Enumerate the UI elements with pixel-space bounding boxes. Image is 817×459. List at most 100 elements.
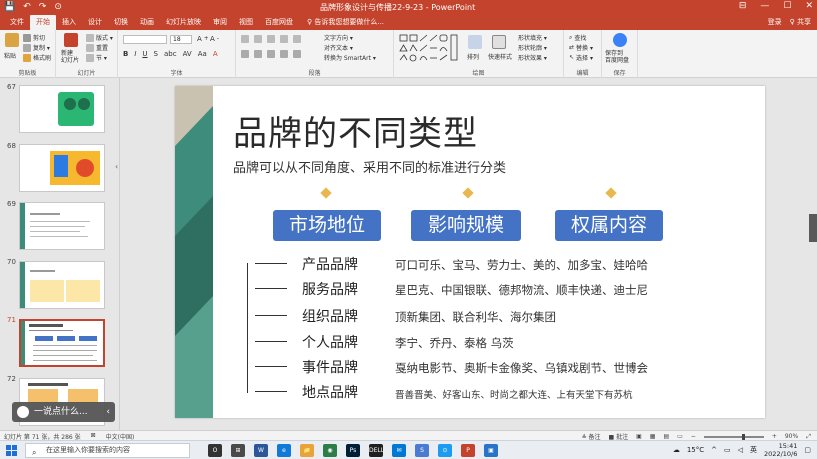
- new-slide-icon[interactable]: [64, 33, 78, 47]
- chevron-left-icon[interactable]: ‹: [106, 402, 110, 422]
- increase-indent-icon[interactable]: [280, 35, 288, 43]
- redo-icon[interactable]: ↷: [39, 2, 47, 12]
- maximize-icon[interactable]: ☐: [783, 1, 791, 11]
- strikethrough-button[interactable]: S: [154, 50, 158, 58]
- taskbar-app-icon[interactable]: DELL: [369, 444, 384, 457]
- slide-canvas[interactable]: 品牌的不同类型 品牌可以从不同角度、采用不同的标准进行分类 市场地位 影响规模 …: [175, 86, 765, 418]
- tab-8[interactable]: 视图: [233, 15, 259, 30]
- justify-icon[interactable]: [280, 50, 288, 58]
- align-right-icon[interactable]: [267, 50, 275, 58]
- bullets-icon[interactable]: [241, 35, 249, 43]
- arrange-button[interactable]: 排列: [467, 52, 479, 61]
- windows-start-icon[interactable]: [6, 445, 17, 456]
- taskbar-search-input[interactable]: ⌕ 在这里输入你要搜索的内容: [25, 443, 190, 458]
- line-spacing-icon[interactable]: [293, 35, 301, 43]
- convert-smartart-button[interactable]: 转换为 SmartArt ▾: [324, 53, 376, 62]
- tab-1[interactable]: 开始: [30, 15, 56, 30]
- tab-3[interactable]: 设计: [82, 15, 108, 30]
- ribbon-display-options-icon[interactable]: ⊟: [739, 1, 747, 11]
- tab-6[interactable]: 幻灯片放映: [160, 15, 207, 30]
- zoom-level[interactable]: 90%: [785, 433, 798, 440]
- zoom-slider-knob[interactable]: [741, 433, 745, 440]
- zoom-slider[interactable]: [703, 433, 764, 440]
- shapes-gallery[interactable]: [398, 33, 460, 63]
- strike-abc-button[interactable]: abc: [164, 50, 177, 58]
- weather-temp[interactable]: 15°C: [687, 446, 704, 454]
- undo-icon[interactable]: ↶: [23, 2, 31, 12]
- underline-button[interactable]: U: [142, 50, 147, 58]
- font-name-input[interactable]: [123, 35, 167, 44]
- ime-indicator[interactable]: 英: [750, 445, 757, 455]
- paste-icon[interactable]: [5, 33, 19, 47]
- tab-2[interactable]: 插入: [56, 15, 82, 30]
- slide-thumbnail-71[interactable]: [19, 319, 105, 367]
- taskbar-app-icon[interactable]: P: [461, 444, 475, 457]
- replace-button[interactable]: ⇄ 替换 ▾: [569, 43, 593, 52]
- numbering-icon[interactable]: [254, 35, 262, 43]
- slide-thumbnail-69[interactable]: [19, 202, 105, 250]
- copy-button[interactable]: 复制 ▾: [23, 43, 50, 52]
- paste-button[interactable]: 粘贴: [4, 51, 16, 60]
- taskbar-app-icon[interactable]: e: [277, 444, 291, 457]
- tab-7[interactable]: 审阅: [207, 15, 233, 30]
- collapse-pane-icon[interactable]: ‹: [115, 162, 118, 171]
- italic-button[interactable]: I: [134, 50, 136, 58]
- reset-button[interactable]: 重置: [86, 43, 108, 52]
- new-slide-button[interactable]: 新建 幻灯片: [61, 50, 79, 64]
- tab-9[interactable]: 百度网盘: [259, 15, 299, 30]
- save-icon[interactable]: 💾: [4, 2, 15, 12]
- shape-effects-button[interactable]: 形状效果 ▾: [518, 53, 547, 62]
- tab-0[interactable]: 文件: [4, 15, 30, 30]
- vertical-scrollbar[interactable]: [809, 78, 817, 430]
- taskbar-app-icon[interactable]: ✉: [392, 444, 406, 457]
- zoom-out-icon[interactable]: −: [691, 433, 696, 440]
- tab-5[interactable]: 动画: [134, 15, 160, 30]
- cut-button[interactable]: 剪切: [23, 33, 45, 42]
- taskbar-app-icon[interactable]: ⊞: [231, 444, 245, 457]
- taskbar-app-icon[interactable]: W: [254, 444, 268, 457]
- grow-font-button[interactable]: A +: [197, 35, 209, 43]
- chevron-up-icon[interactable]: ^: [711, 446, 717, 454]
- minimize-icon[interactable]: —: [760, 1, 769, 11]
- select-button[interactable]: ↖ 选择 ▾: [569, 53, 593, 62]
- align-center-icon[interactable]: [254, 50, 262, 58]
- taskbar-app-icon[interactable]: 📁: [300, 444, 314, 457]
- taskbar-app-icon[interactable]: Ps: [346, 444, 360, 457]
- find-button[interactable]: ⌕ 查找: [569, 33, 586, 43]
- tab-4[interactable]: 切换: [108, 15, 134, 30]
- start-from-beginning-icon[interactable]: ⊙: [54, 2, 62, 12]
- decrease-indent-icon[interactable]: [267, 35, 275, 43]
- format-painter-button[interactable]: 格式刷: [23, 53, 51, 62]
- shrink-font-button[interactable]: A-: [210, 35, 219, 43]
- taskbar-app-icon[interactable]: O: [208, 444, 222, 457]
- font-size-input[interactable]: 18: [170, 35, 192, 44]
- shape-outline-button[interactable]: 形状轮廓 ▾: [518, 43, 547, 52]
- notification-icon[interactable]: ▢: [804, 446, 811, 454]
- spacing-button[interactable]: AV: [183, 50, 192, 58]
- weather-icon[interactable]: ☁: [673, 446, 680, 454]
- normal-view-icon[interactable]: ▣: [636, 433, 642, 440]
- scrollbar-handle[interactable]: [809, 214, 817, 242]
- tell-me-search[interactable]: ♀ 告诉我您想要做什么...: [299, 15, 384, 30]
- volume-icon[interactable]: ◁: [738, 446, 743, 454]
- layout-button[interactable]: 版式 ▾: [86, 33, 113, 42]
- quick-styles-button[interactable]: 快速样式: [488, 52, 512, 61]
- align-left-icon[interactable]: [241, 50, 249, 58]
- assistant-popup[interactable]: 一说点什么... ‹: [12, 402, 115, 422]
- taskbar-app-icon[interactable]: ⊙: [438, 444, 452, 457]
- font-color-button[interactable]: A: [213, 50, 218, 58]
- clock[interactable]: 15:41 2022/10/6: [764, 442, 797, 458]
- quick-styles-icon[interactable]: [492, 35, 506, 49]
- login-link[interactable]: 登录: [768, 15, 782, 30]
- taskbar-app-icon[interactable]: ◉: [323, 444, 337, 457]
- share-button[interactable]: ♀ 共享: [790, 15, 811, 30]
- reading-view-icon[interactable]: ▤: [663, 433, 669, 440]
- bold-button[interactable]: B: [123, 50, 128, 58]
- save-baidu-button[interactable]: 保存到 百度网盘: [605, 50, 629, 64]
- slideshow-icon[interactable]: ▭: [677, 433, 683, 440]
- taskbar-app-icon[interactable]: ▣: [484, 444, 498, 457]
- zoom-in-icon[interactable]: +: [772, 433, 777, 440]
- slide-thumbnail-67[interactable]: [19, 85, 105, 133]
- align-text-button[interactable]: 对齐文本 ▾: [324, 43, 353, 52]
- text-direction-button[interactable]: 文字方向 ▾: [324, 33, 353, 42]
